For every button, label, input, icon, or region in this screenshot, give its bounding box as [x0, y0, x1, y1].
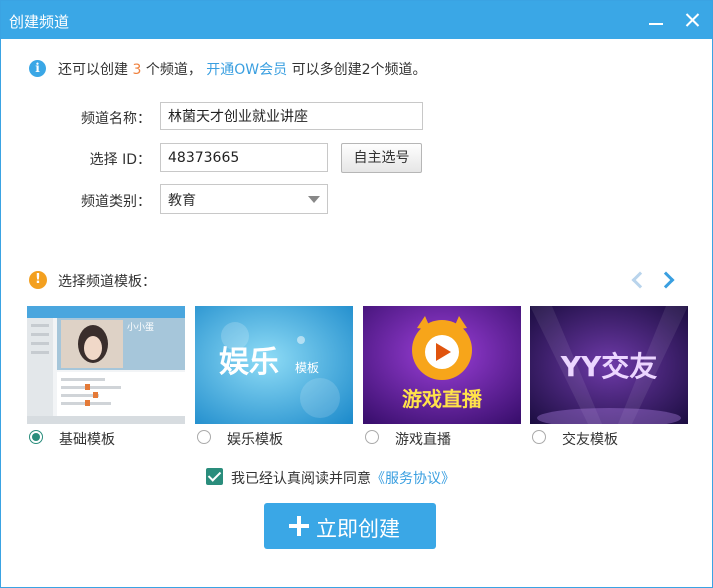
chevron-right-icon — [657, 271, 675, 289]
chevron-left-icon — [631, 271, 649, 289]
agreement-checkbox[interactable] — [206, 468, 223, 485]
template-radio-basic[interactable] — [29, 430, 43, 444]
template-preview-basic[interactable]: 小小蛋 — [27, 306, 185, 424]
close-button[interactable] — [678, 5, 708, 35]
create-now-label: 立即创建 — [316, 517, 400, 541]
channel-category-label: 频道类别： — [81, 194, 151, 210]
notice-prefix: 还可以创建 — [58, 62, 128, 78]
game-preview-text: 游戏直播 — [402, 387, 483, 411]
entertainment-preview-text: 娱乐 — [219, 345, 279, 380]
templates-next-button[interactable] — [657, 269, 677, 291]
plus-icon — [289, 516, 309, 536]
dating-preview-text: YY交友 — [560, 350, 658, 383]
open-membership-link[interactable]: 开通OW会员 — [206, 62, 287, 78]
basic-preview-text: 小小蛋 — [127, 322, 154, 333]
template-radio-entertainment[interactable] — [197, 430, 211, 444]
choose-id-button[interactable]: 自主选号 — [341, 143, 422, 173]
minimize-icon — [649, 23, 663, 25]
notice-middle: 个频道， — [145, 62, 202, 78]
template-preview-entertainment[interactable]: 娱乐 模板 — [195, 306, 353, 424]
title-bar[interactable]: 创建频道 — [1, 1, 712, 39]
channel-id-input[interactable] — [160, 143, 328, 172]
template-radio-game[interactable] — [365, 430, 379, 444]
entertainment-preview-sub: 模板 — [295, 361, 319, 375]
notice-suffix: 可以多创建2个频道。 — [291, 62, 427, 78]
templates-prev-button[interactable] — [627, 269, 649, 291]
channel-id-label: 选择 ID： — [89, 152, 151, 168]
service-agreement-link[interactable]: 《服务协议》 — [371, 471, 455, 487]
dropdown-arrow-icon — [308, 196, 320, 203]
channel-category-select[interactable]: 教育 — [160, 184, 328, 214]
create-channel-dialog: 创建频道 i 还可以创建 3 个频道， 开通OW会员 可以多创建2个频道。 频道… — [0, 0, 713, 588]
template-heading: 选择频道模板： — [58, 274, 156, 290]
minimize-button[interactable] — [641, 5, 671, 35]
window-title: 创建频道 — [9, 13, 70, 31]
category-selected-value: 教育 — [168, 193, 196, 209]
template-label-game: 游戏直播 — [395, 432, 451, 448]
template-radio-dating[interactable] — [532, 430, 546, 444]
info-icon: i — [29, 60, 46, 77]
channel-name-input[interactable] — [160, 102, 423, 130]
remaining-count: 3 — [132, 62, 142, 78]
game-template-image: 游戏直播 — [363, 306, 521, 424]
template-preview-game[interactable]: 游戏直播 — [363, 306, 521, 424]
channel-name-label: 频道名称： — [81, 111, 151, 127]
quota-notice: 还可以创建 3 个频道， 开通OW会员 可以多创建2个频道。 — [58, 59, 427, 79]
basic-template-image: 小小蛋 — [27, 306, 185, 424]
create-now-button[interactable]: 立即创建 — [264, 503, 436, 549]
dating-template-image: YY交友 — [530, 306, 688, 424]
agreement-text: 我已经认真阅读并同意 — [231, 471, 371, 487]
template-label-basic: 基础模板 — [59, 432, 115, 448]
template-preview-dating[interactable]: YY交友 — [530, 306, 688, 424]
template-label-entertainment: 娱乐模板 — [227, 432, 283, 448]
entertainment-template-image: 娱乐 模板 — [195, 306, 353, 424]
template-label-dating: 交友模板 — [562, 432, 618, 448]
warning-icon: ! — [29, 271, 47, 289]
